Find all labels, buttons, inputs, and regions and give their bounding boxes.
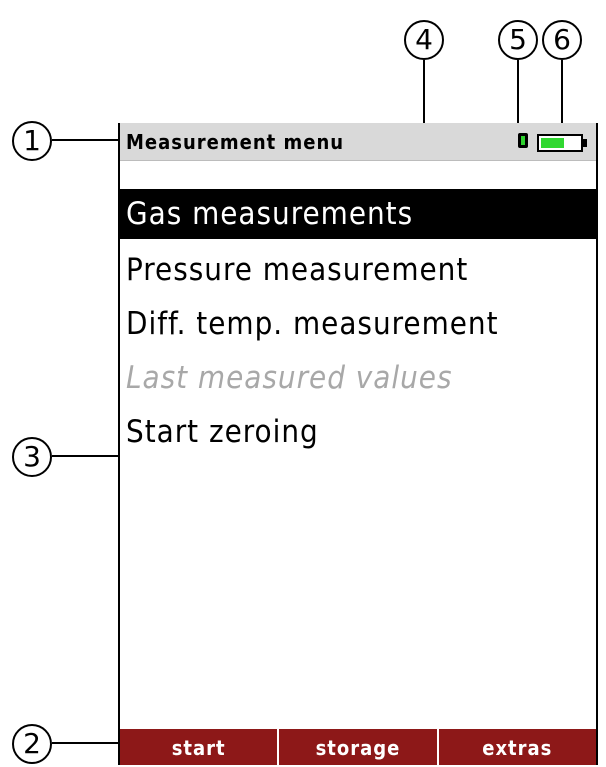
callout-2-leader xyxy=(52,742,118,744)
callout-4: 4 xyxy=(404,20,444,60)
menu-item-pressure-measurement[interactable]: Pressure measurement xyxy=(120,243,596,297)
menu-item-start-zeroing[interactable]: Start zeroing xyxy=(120,405,596,459)
measurement-menu: Gas measurements Pressure measurement Di… xyxy=(120,189,596,459)
callout-1-leader xyxy=(52,139,118,141)
callout-6: 6 xyxy=(542,20,582,60)
battery-tip xyxy=(583,139,587,147)
callout-5: 5 xyxy=(498,20,538,60)
softkey-storage[interactable]: storage xyxy=(279,729,437,765)
callout-1: 1 xyxy=(12,121,52,161)
callout-2: 2 xyxy=(12,724,52,764)
menu-item-gas-measurements[interactable]: Gas measurements xyxy=(120,189,596,239)
page-title: Measurement menu xyxy=(126,130,345,154)
menu-item-diff-temp-measurement[interactable]: Diff. temp. measurement xyxy=(120,297,596,351)
callout-3: 3 xyxy=(12,437,52,477)
softkey-extras[interactable]: extras xyxy=(438,729,596,765)
battery-level-fill xyxy=(541,138,564,148)
battery-icon xyxy=(537,134,583,152)
menu-item-last-measured-values[interactable]: Last measured values xyxy=(120,351,596,405)
softkey-bar: start storage extras xyxy=(120,729,596,765)
memory-card-icon xyxy=(518,133,528,148)
device-screen: Measurement menu Gas measurements Pressu… xyxy=(118,123,598,765)
softkey-start[interactable]: start xyxy=(120,729,278,765)
header-bar: Measurement menu xyxy=(120,123,596,161)
